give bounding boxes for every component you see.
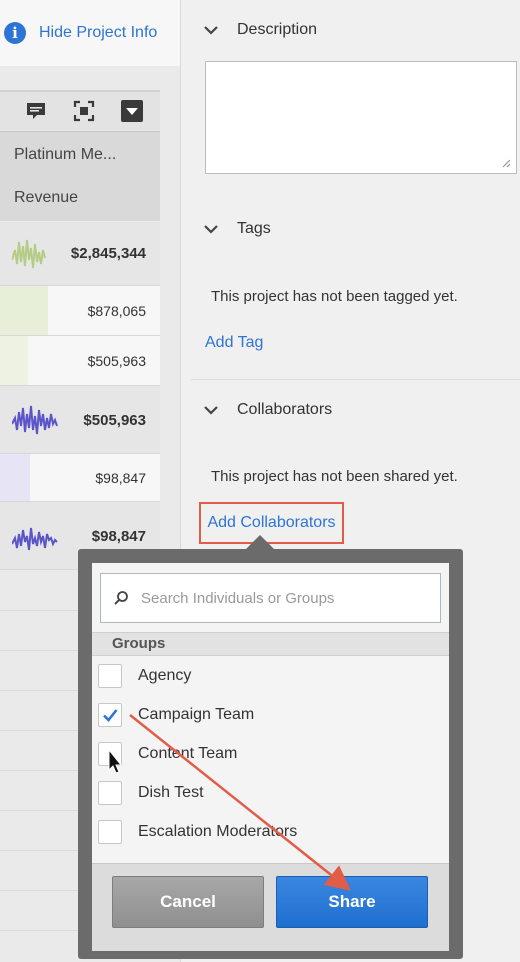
revenue-value: $505,963 <box>87 353 146 369</box>
metric-header: Platinum Me... <box>14 146 117 163</box>
group-label: Content Team <box>138 745 238 762</box>
collaborators-title: Collaborators <box>237 401 333 418</box>
resize-handle-icon[interactable] <box>501 158 511 168</box>
tags-section-toggle[interactable]: Tags <box>203 220 271 238</box>
sparkline-icon <box>12 527 58 551</box>
info-icon: i <box>4 22 26 44</box>
cancel-button[interactable]: Cancel <box>112 876 264 928</box>
group-label: Escalation Moderators <box>138 823 298 840</box>
collaborators-empty-message: This project has not been shared yet. <box>211 468 458 485</box>
sparkline-icon <box>12 405 58 435</box>
checkbox[interactable] <box>98 742 122 766</box>
checkbox[interactable] <box>98 820 122 844</box>
group-option-agency[interactable]: Agency <box>98 661 191 691</box>
chevron-down-icon <box>204 225 218 234</box>
tags-title: Tags <box>237 220 271 237</box>
collaborators-section-toggle[interactable]: Collaborators <box>203 401 332 419</box>
chevron-down-icon <box>204 26 218 35</box>
revenue-value: $878,065 <box>87 303 146 319</box>
table-row[interactable]: $2,845,344 <box>0 222 160 286</box>
search-input[interactable] <box>141 589 431 607</box>
revenue-value: $98,847 <box>95 470 146 486</box>
hide-project-info-toggle[interactable]: i Hide Project Info <box>0 0 180 66</box>
chevron-down-icon <box>204 406 218 415</box>
search-field[interactable] <box>100 573 441 623</box>
add-tag-link[interactable]: Add Tag <box>205 334 263 352</box>
submetric-header: Revenue <box>14 189 79 206</box>
section-divider <box>191 379 520 380</box>
checkmark-icon <box>103 709 118 722</box>
table-column-header[interactable]: Platinum Me... Revenue <box>0 131 160 221</box>
dropdown-menu-icon[interactable] <box>120 99 144 123</box>
popover-footer: Cancel Share <box>92 863 449 951</box>
groups-header: Groups <box>92 632 449 656</box>
revenue-value: $505,963 <box>83 412 146 429</box>
group-option-campaign-team[interactable]: Campaign Team <box>98 700 254 730</box>
checkbox-checked[interactable] <box>98 703 122 727</box>
add-collaborators-label: Add Collaborators <box>207 514 336 531</box>
share-button[interactable]: Share <box>276 876 428 928</box>
description-title: Description <box>237 21 318 38</box>
comment-icon[interactable] <box>24 99 48 123</box>
checkbox[interactable] <box>98 781 122 805</box>
search-icon <box>114 591 128 605</box>
fullscreen-icon[interactable] <box>72 99 96 123</box>
sparkline-icon <box>12 239 46 269</box>
share-popover-body: Groups Agency Campaign Team Content Team… <box>92 563 449 951</box>
tags-empty-message: This project has not been tagged yet. <box>211 288 458 305</box>
group-label: Dish Test <box>138 784 204 801</box>
group-label: Agency <box>138 667 192 684</box>
table-row[interactable]: $505,963 <box>0 386 160 454</box>
popover-pointer <box>246 535 274 549</box>
table-row[interactable]: $505,963 <box>0 336 160 386</box>
share-popover: Groups Agency Campaign Team Content Team… <box>78 549 463 959</box>
description-section-toggle[interactable]: Description <box>203 21 317 39</box>
group-option-escalation-moderators[interactable]: Escalation Moderators <box>98 817 297 847</box>
hide-project-info-link[interactable]: Hide Project Info <box>39 24 157 42</box>
description-textarea[interactable] <box>205 61 517 174</box>
revenue-value: $2,845,344 <box>70 245 146 262</box>
table-toolbar <box>0 90 160 130</box>
checkbox[interactable] <box>98 664 122 688</box>
table-row[interactable]: $98,847 <box>0 454 160 502</box>
group-option-content-team[interactable]: Content Team <box>98 739 237 769</box>
revenue-value: $98,847 <box>91 528 146 545</box>
table-row[interactable]: $878,065 <box>0 286 160 336</box>
group-label: Campaign Team <box>138 706 255 723</box>
group-option-dish-test[interactable]: Dish Test <box>98 778 204 808</box>
